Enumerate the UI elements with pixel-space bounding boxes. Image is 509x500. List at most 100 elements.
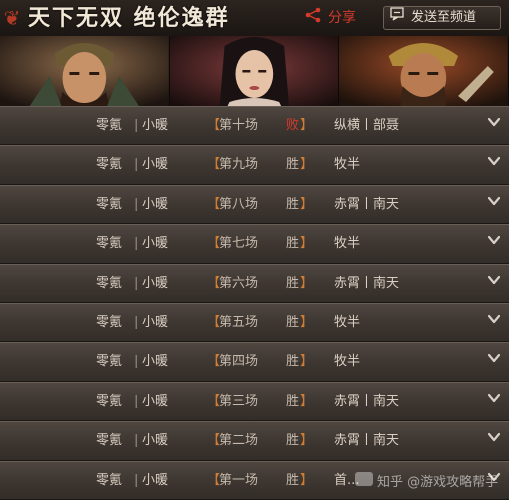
bracket-close: 】 [300, 157, 314, 173]
result-label: 胜 [286, 433, 300, 449]
opponent-name: 牧半 [334, 314, 361, 330]
round-label: 第一场 [219, 472, 259, 488]
send-icon [390, 6, 406, 30]
round-label: 第七场 [219, 236, 259, 252]
result-label: 败 [286, 118, 300, 133]
round-label: 第五场 [219, 314, 259, 330]
round-label: 第三场 [219, 393, 259, 409]
share-label: 分享 [328, 10, 356, 26]
name-separator: | [134, 236, 139, 252]
chevron-down-icon[interactable] [487, 422, 501, 442]
bracket-close: 】 [300, 196, 314, 212]
match-row[interactable]: 零氪 | 小暖【第四场胜】牧半 [0, 342, 509, 382]
player2-name: 小暖 [142, 196, 169, 212]
ornament-icon: ❦ [3, 6, 21, 30]
send-to-channel-button[interactable]: 发送至频道 [383, 6, 501, 30]
opponent-name: 牧半 [334, 157, 361, 173]
player2-name: 小暖 [142, 354, 169, 370]
match-row[interactable]: 零氪 | 小暖【第八场胜】赤霄丨南天 [0, 184, 509, 225]
player1-name: 零氪 [96, 433, 123, 449]
match-row[interactable]: 零氪 | 小暖【第七场胜】牧半 [0, 224, 509, 264]
chevron-down-icon[interactable] [487, 146, 501, 166]
result-label: 胜 [286, 275, 300, 291]
round-label: 第二场 [219, 433, 259, 449]
player2-name: 小暖 [142, 275, 169, 291]
round-label: 第九场 [219, 157, 259, 173]
opponent-name: 赤霄丨南天 [334, 275, 400, 291]
name-separator: | [134, 314, 139, 330]
result-label: 胜 [286, 236, 300, 252]
player1-name: 零氪 [96, 118, 123, 133]
bracket-close: 】 [300, 354, 314, 370]
name-separator: | [134, 393, 139, 409]
name-separator: | [134, 433, 139, 449]
match-row[interactable]: 零氪 | 小暖【第九场胜】牧半 [0, 145, 509, 185]
player2-name: 小暖 [142, 118, 169, 133]
opponent-name: 赤霄丨南天 [334, 196, 400, 212]
match-list: 零氪 | 小暖【第十场败】纵横丨部聂 零氪 | 小暖【第九场胜】牧半 零氪 | 小暖【第八场胜】… [0, 106, 509, 500]
opponent-name: 牧半 [334, 354, 361, 370]
share-icon [304, 7, 322, 30]
name-separator: | [134, 157, 139, 173]
round-label: 第四场 [219, 354, 259, 370]
name-separator: | [134, 196, 139, 212]
chevron-down-icon[interactable] [487, 186, 501, 205]
bracket-close: 】 [300, 118, 314, 133]
bracket-close: 】 [300, 472, 314, 488]
name-separator: | [134, 354, 139, 370]
opponent-name: 赤霄丨南天 [334, 433, 400, 449]
result-label: 胜 [286, 472, 300, 488]
result-label: 胜 [286, 196, 300, 212]
page-title: 天下无双 绝伦逸群 [28, 5, 230, 31]
player2-name: 小暖 [142, 314, 169, 330]
player1-name: 零氪 [96, 275, 123, 291]
player2-name: 小暖 [142, 157, 169, 173]
watermark-text: 知乎 @游戏攻略帮手 [377, 475, 499, 490]
warrior-portrait-right [339, 36, 509, 106]
chevron-down-icon[interactable] [487, 265, 501, 284]
bracket-close: 】 [300, 275, 314, 291]
match-row[interactable]: 零氪 | 小暖【第二场胜】赤霄丨南天 [0, 421, 509, 461]
chevron-down-icon[interactable] [487, 225, 501, 245]
round-label: 第十场 [219, 118, 259, 133]
result-label: 胜 [286, 314, 300, 330]
match-row[interactable]: 零氪 | 小暖【第六场胜】赤霄丨南天 [0, 263, 509, 303]
bracket-close: 】 [300, 393, 314, 409]
player1-name: 零氪 [96, 314, 123, 330]
player1-name: 零氪 [96, 196, 123, 212]
player1-name: 零氪 [96, 157, 123, 173]
chevron-down-icon[interactable] [487, 383, 501, 402]
name-separator: | [134, 118, 139, 133]
round-label: 第六场 [219, 275, 259, 291]
name-separator: | [134, 275, 139, 291]
zhihu-logo-icon [355, 470, 373, 496]
watermark: 知乎 @游戏攻略帮手 [355, 470, 505, 496]
bracket-close: 】 [300, 314, 314, 330]
top-bar: ❦ 天下无双 绝伦逸群 分享 发送至频道 [0, 0, 509, 37]
player2-name: 小暖 [142, 393, 169, 409]
result-label: 胜 [286, 354, 300, 370]
opponent-name: 牧半 [334, 236, 361, 252]
chevron-down-icon[interactable] [487, 107, 501, 127]
woman-portrait-center [169, 36, 340, 106]
match-row[interactable]: 零氪 | 小暖【第五场胜】牧半 [0, 302, 509, 343]
chevron-down-icon[interactable] [487, 343, 501, 363]
player1-name: 零氪 [96, 472, 123, 488]
player2-name: 小暖 [142, 236, 169, 252]
share-button[interactable]: 分享 [304, 7, 384, 29]
warrior-portrait-left [0, 36, 170, 106]
player1-name: 零氪 [96, 236, 123, 252]
player1-name: 零氪 [96, 354, 123, 370]
send-label: 发送至频道 [411, 10, 477, 25]
match-row[interactable]: 零氪 | 小暖【第十场败】纵横丨部聂 [0, 106, 509, 146]
opponent-name: 赤霄丨南天 [334, 393, 400, 409]
round-label: 第八场 [219, 196, 259, 212]
player1-name: 零氪 [96, 393, 123, 409]
bracket-close: 】 [300, 433, 314, 449]
result-label: 胜 [286, 393, 300, 409]
opponent-name: 纵横丨部聂 [334, 118, 400, 133]
match-row[interactable]: 零氪 | 小暖【第三场胜】赤霄丨南天 [0, 381, 509, 422]
chevron-down-icon[interactable] [487, 304, 501, 324]
player2-name: 小暖 [142, 472, 169, 488]
player2-name: 小暖 [142, 433, 169, 449]
